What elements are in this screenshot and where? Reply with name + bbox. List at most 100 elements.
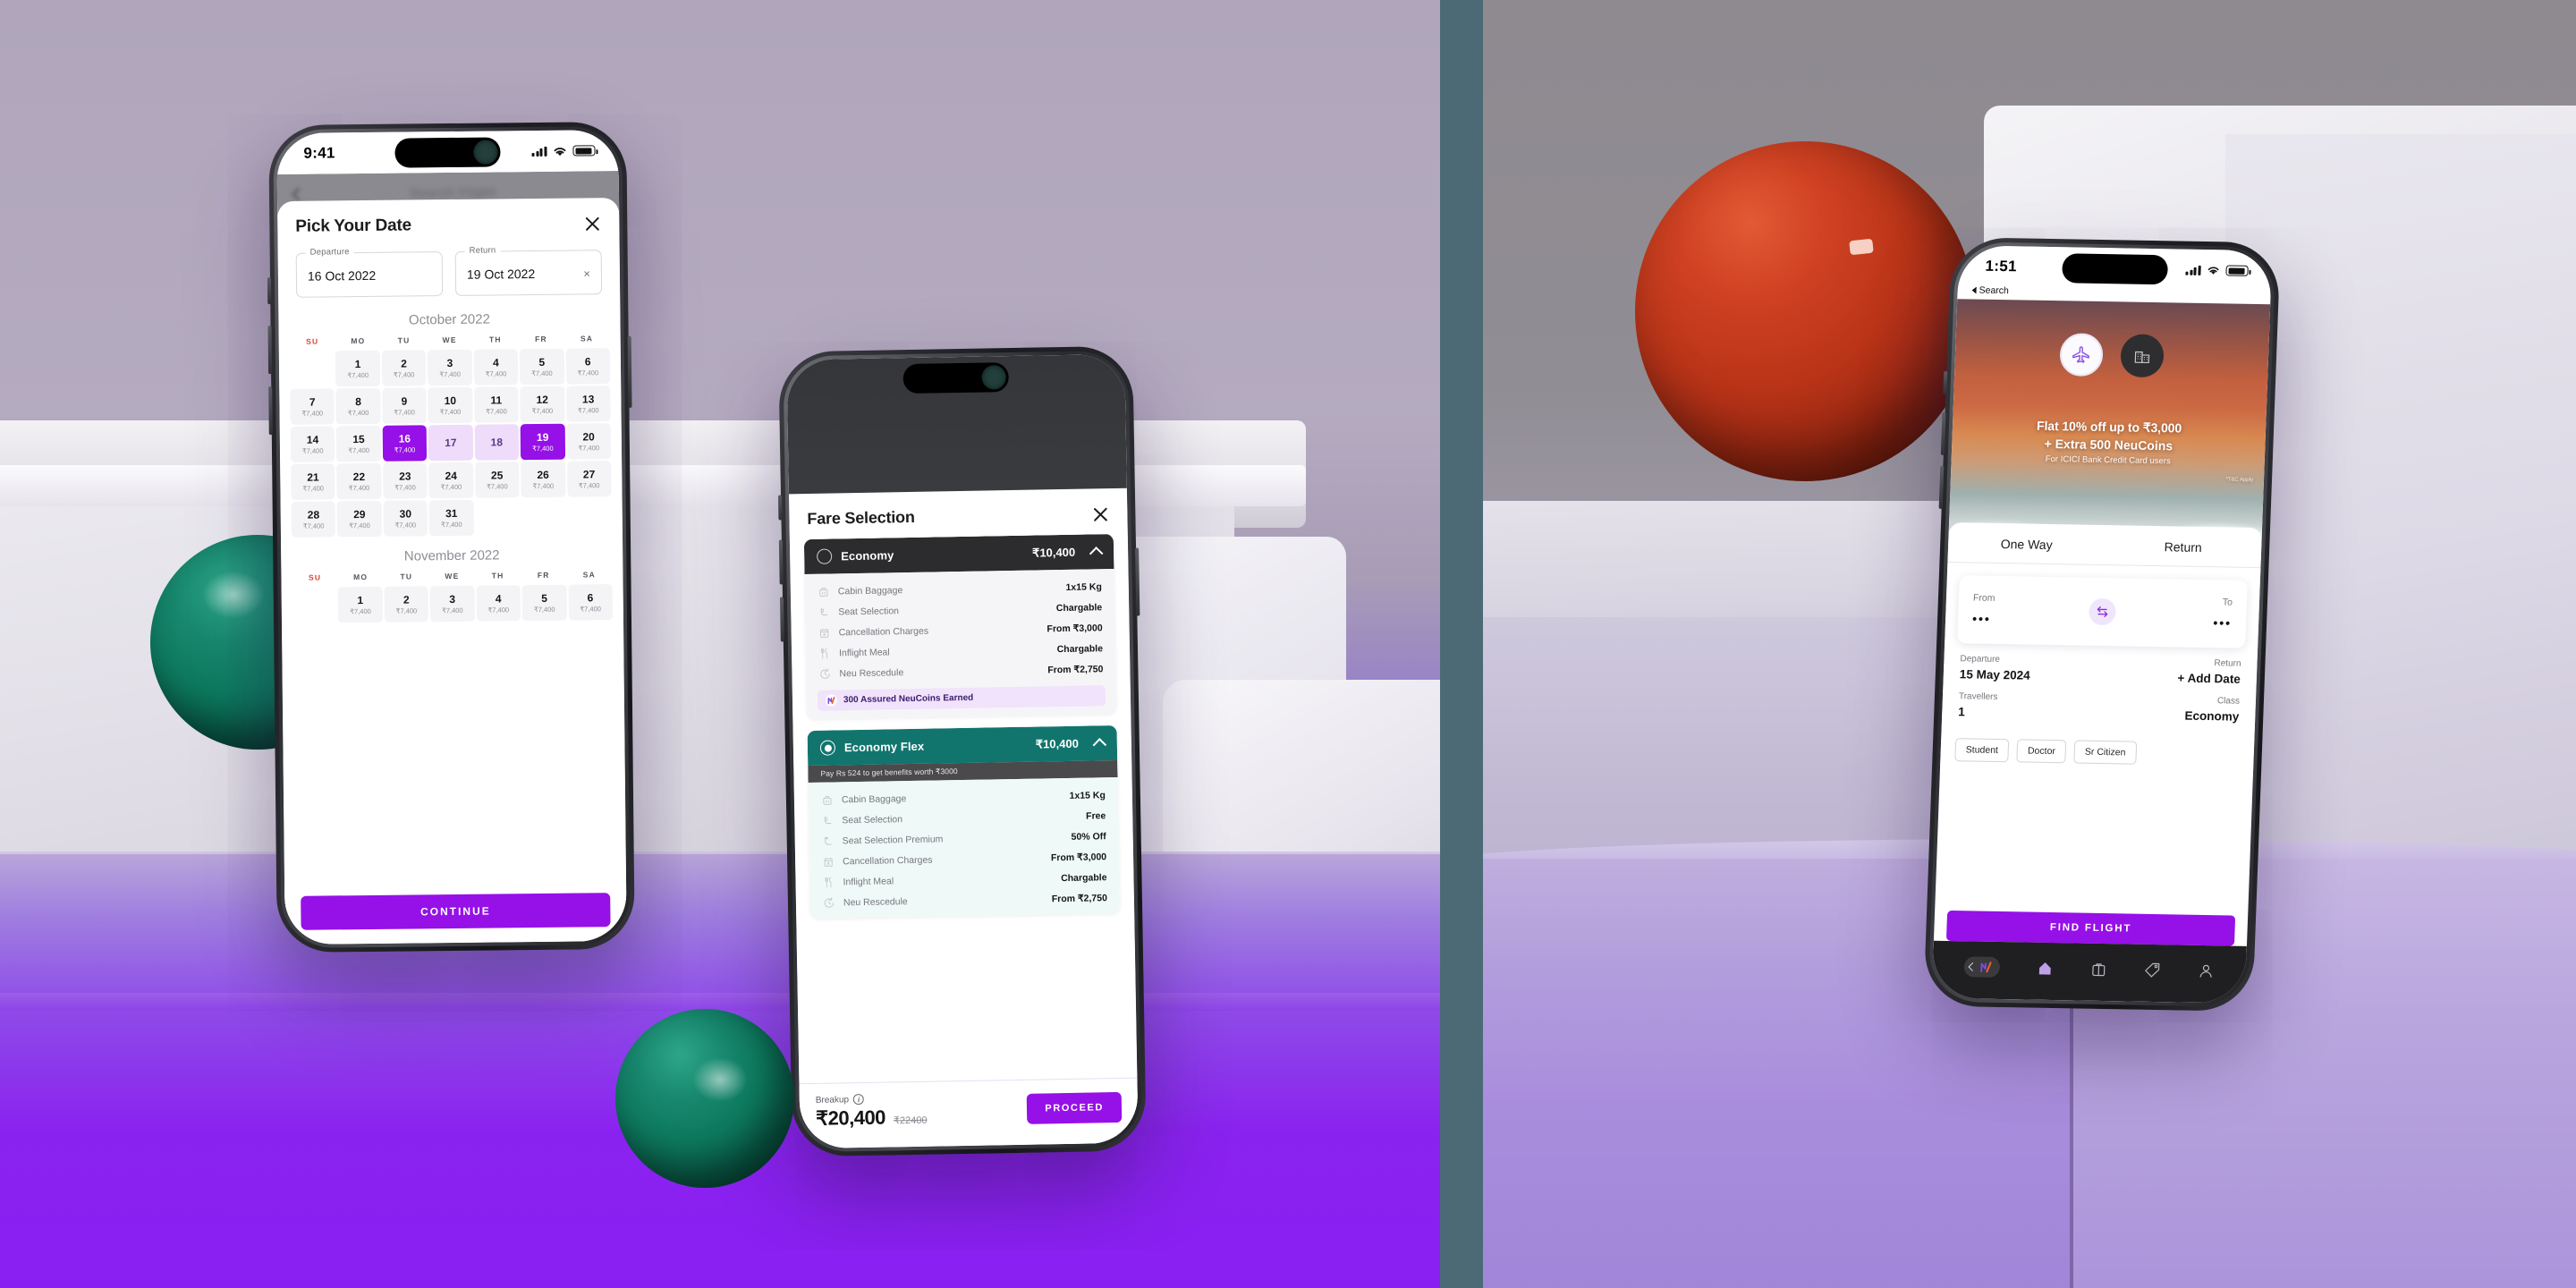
page-title: Pick Your Date xyxy=(295,216,412,236)
calendar-day-price: ₹7,400 xyxy=(394,483,416,492)
weekday-sa: SA xyxy=(582,570,597,580)
phone-pick-your-date: 9:41 Search Flight Pick Your Date Depart… xyxy=(267,121,635,953)
calendar-day-price: ₹7,400 xyxy=(439,369,461,379)
calendar-day-cell[interactable]: 25 ₹7,400 xyxy=(474,462,520,498)
chevron-up-icon[interactable] xyxy=(1089,546,1104,561)
calendar-day-cell[interactable]: 4 ₹7,400 xyxy=(473,349,519,386)
calendar-day-cell[interactable]: 6 ₹7,400 xyxy=(565,348,611,385)
calendar-day-cell[interactable]: 20 ₹7,400 xyxy=(566,423,612,460)
calendar-day-cell[interactable]: 13 ₹7,400 xyxy=(565,386,611,422)
detail-left[interactable]: Travellers 1 xyxy=(1958,691,1998,719)
calendar-day-cell[interactable]: 1 ₹7,400 xyxy=(337,586,383,623)
continue-button[interactable]: CONTINUE xyxy=(301,893,611,930)
calendar-day-price: ₹7,400 xyxy=(577,369,599,377)
back-to-search-link[interactable]: Search xyxy=(1971,284,2009,296)
detail-right[interactable]: Class Economy xyxy=(2184,696,2240,723)
hotel-mode-button[interactable] xyxy=(2120,334,2165,378)
chip-doctor[interactable]: Doctor xyxy=(2016,739,2067,764)
calendar-day-cell[interactable]: 18 xyxy=(474,424,520,461)
detail-left[interactable]: Departure 15 May 2024 xyxy=(1960,654,2031,682)
to-field[interactable]: To ••• xyxy=(2102,595,2233,631)
calendar-day-cell[interactable]: 10 ₹7,400 xyxy=(428,386,473,424)
tab-home[interactable] xyxy=(2036,959,2054,976)
calendar-day-cell[interactable]: 9 ₹7,400 xyxy=(382,387,427,424)
calendar-day-cell[interactable]: 29 ₹7,400 xyxy=(336,500,382,538)
calendar-day-cell[interactable]: 5 ₹7,400 xyxy=(519,348,564,386)
fare-card[interactable]: Economy Flex ₹10,400 Pay Rs 524 to get ben… xyxy=(807,724,1121,919)
calendar-day-number: 19 xyxy=(536,430,549,444)
fare-radio[interactable] xyxy=(819,740,836,756)
calendar-scroll[interactable]: October 2022 SU MO TU WE TH FR SA 1 ₹7,400 2 ₹7,400… xyxy=(278,298,626,887)
calendar-day-price: ₹7,400 xyxy=(531,369,553,378)
calendar-day-cell[interactable]: 16 ₹7,400 xyxy=(382,425,428,462)
calendar-day-cell[interactable]: 22 ₹7,400 xyxy=(336,462,382,500)
proceed-button[interactable]: PROCEED xyxy=(1027,1091,1123,1124)
calendar-day-cell[interactable]: 21 ₹7,400 xyxy=(291,463,335,500)
calendar-day-cell[interactable]: 30 ₹7,400 xyxy=(383,500,428,537)
calendar-day-cell[interactable]: 3 ₹7,400 xyxy=(429,585,475,623)
calendar-day-cell[interactable]: 31 ₹7,400 xyxy=(428,499,474,537)
calendar-day-number: 31 xyxy=(445,506,458,521)
chevron-up-icon[interactable] xyxy=(1092,737,1107,752)
calendar-blank-cell xyxy=(292,587,337,623)
calendar-day-cell[interactable]: 4 ₹7,400 xyxy=(476,585,521,622)
tab-account[interactable] xyxy=(2198,962,2216,979)
calendar-day-cell[interactable]: 1 ₹7,400 xyxy=(335,350,381,387)
chip-sr-citizen[interactable]: Sr Citizen xyxy=(2073,740,2137,765)
departure-date-field[interactable]: Departure 16 Oct 2022 xyxy=(295,247,444,298)
total-price: ₹20,400 xyxy=(815,1106,886,1130)
clear-return-icon[interactable]: × xyxy=(583,267,590,280)
fare-radio[interactable] xyxy=(817,548,833,564)
calendar-day-cell[interactable]: 23 ₹7,400 xyxy=(382,462,428,499)
calendar-grid: 1 ₹7,400 2 ₹7,400 3 ₹7,400 4 ₹7,400 5 ₹7,400 6 ₹7,4… xyxy=(279,348,623,538)
calendar-day-cell[interactable]: 11 ₹7,400 xyxy=(473,386,519,423)
fare-card[interactable]: Economy ₹10,400 Cabin Baggage 1x15 Kg Seat S… xyxy=(803,534,1117,720)
to-value: ••• xyxy=(2213,614,2233,631)
calendar-day-cell[interactable]: 19 ₹7,400 xyxy=(520,423,565,461)
seat-icon xyxy=(820,607,828,615)
calendar-day-cell[interactable]: 17 xyxy=(428,424,473,462)
calendar-day-cell[interactable]: 3 ₹7,400 xyxy=(428,349,472,386)
from-field[interactable]: From ••• xyxy=(1972,592,2103,628)
calendar-day-cell[interactable]: 27 ₹7,400 xyxy=(566,461,612,497)
calendar-day-price: ₹7,400 xyxy=(350,606,371,616)
find-flight-button[interactable]: FIND FLIGHT xyxy=(1945,910,2236,946)
detail-left-label: Departure xyxy=(1960,654,2001,665)
tab-offers[interactable] xyxy=(2144,961,2162,978)
chip-student[interactable]: Student xyxy=(1954,738,2010,763)
flight-mode-button[interactable] xyxy=(2059,333,2104,377)
detail-right[interactable]: Return + Add Date xyxy=(2177,657,2241,686)
fare-name: Economy xyxy=(841,548,894,564)
calendar-day-cell[interactable]: 5 ₹7,400 xyxy=(521,584,567,622)
calendar-day-cell[interactable]: 15 ₹7,400 xyxy=(336,425,381,462)
benefit-value: 50% Off xyxy=(1071,830,1106,843)
calendar-day-cell[interactable]: 26 ₹7,400 xyxy=(521,461,566,498)
benefit-label: Seat Selection xyxy=(842,813,903,826)
tab-trips[interactable] xyxy=(2090,960,2108,977)
tab-one-way[interactable]: One Way xyxy=(1947,522,2106,564)
calendar-day-cell[interactable]: 7 ₹7,400 xyxy=(290,388,335,425)
return-date-field[interactable]: Return 19 Oct 2022 × xyxy=(454,245,603,296)
benefit-label: Neu Rescedule xyxy=(839,666,904,679)
calendar-day-cell[interactable]: 8 ₹7,400 xyxy=(335,387,381,425)
fare-card-header[interactable]: Economy ₹10,400 xyxy=(803,534,1114,575)
tab-return[interactable]: Return xyxy=(2104,525,2262,567)
seat-premium-icon xyxy=(824,836,832,845)
calendar-day-cell[interactable]: 14 ₹7,400 xyxy=(290,426,335,462)
calendar-day-number: 3 xyxy=(449,592,456,606)
promo-text: Flat 10% off up to ₹3,000 + Extra 500 Ne… xyxy=(1952,417,2267,483)
from-value: ••• xyxy=(1971,610,1992,626)
calendar-day-cell[interactable]: 2 ₹7,400 xyxy=(381,350,427,386)
fare-card-header[interactable]: Economy Flex ₹10,400 xyxy=(807,724,1118,767)
calendar-day-cell[interactable]: 6 ₹7,400 xyxy=(568,584,613,621)
calendar-day-cell[interactable]: 24 ₹7,400 xyxy=(428,462,474,499)
calendar-day-cell[interactable]: 28 ₹7,400 xyxy=(291,501,336,538)
calendar-day-cell[interactable]: 12 ₹7,400 xyxy=(520,386,565,423)
calendar-day-cell[interactable]: 2 ₹7,400 xyxy=(384,586,429,623)
calendar-day-number: 29 xyxy=(353,508,366,521)
baggage-icon xyxy=(819,587,828,597)
close-icon[interactable] xyxy=(583,215,601,233)
info-icon[interactable]: i xyxy=(852,1093,865,1106)
tab-back-neu[interactable] xyxy=(1963,955,2000,978)
close-icon[interactable] xyxy=(1091,505,1109,523)
